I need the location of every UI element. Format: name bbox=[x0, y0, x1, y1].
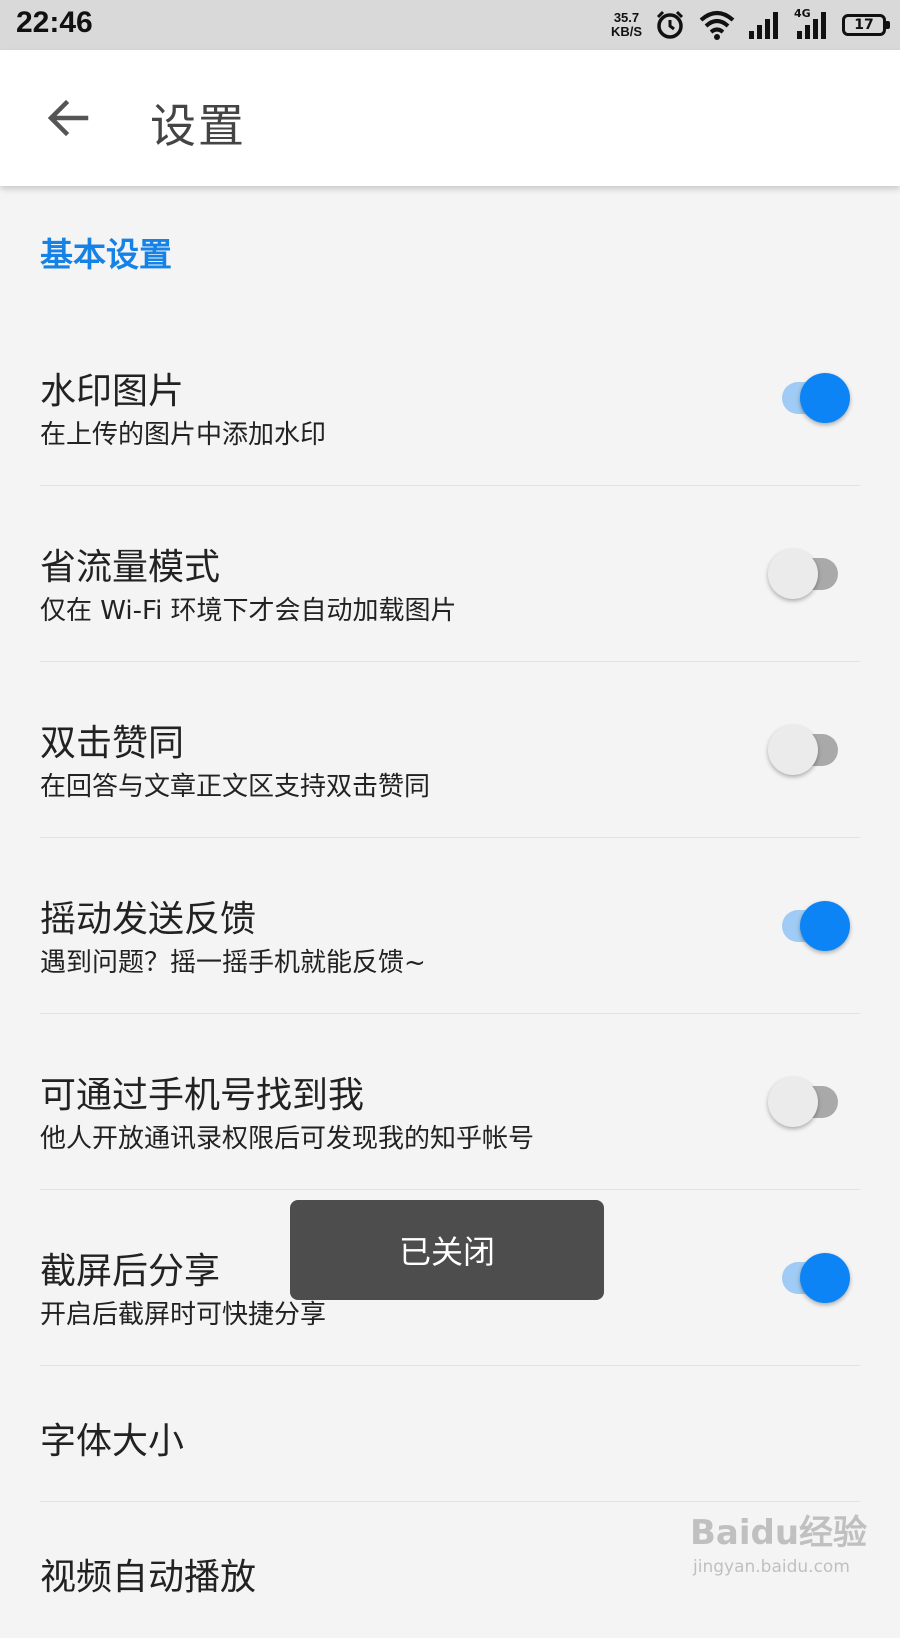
toast-message: 已关闭 bbox=[290, 1200, 604, 1300]
setting-description: 仅在 Wi-Fi 环境下才会自动加载图片 bbox=[40, 596, 457, 626]
find-by-phone-toggle[interactable] bbox=[768, 1076, 852, 1128]
network-speed-unit: KB/S bbox=[610, 24, 642, 39]
setting-title: 双击赞同 bbox=[40, 723, 185, 764]
toggle-thumb bbox=[800, 901, 850, 951]
network-speed: 35.7 KB/S bbox=[611, 11, 642, 39]
app-bar: 设置 bbox=[0, 50, 900, 186]
arrow-left-icon bbox=[47, 99, 89, 137]
toggle-thumb bbox=[768, 549, 818, 599]
shake-feedback-toggle[interactable] bbox=[768, 900, 852, 952]
status-bar: 22:46 35.7 KB/S 4G 17 bbox=[0, 0, 900, 50]
setting-title: 摇动发送反馈 bbox=[40, 899, 257, 940]
status-icons: 35.7 KB/S 4G 17 bbox=[611, 7, 890, 42]
wifi-icon bbox=[699, 11, 735, 40]
section-header: 基本设置 bbox=[40, 235, 172, 274]
signal-4g-icon: 4G bbox=[794, 7, 830, 39]
setting-description: 在上传的图片中添加水印 bbox=[40, 420, 327, 450]
network-speed-value: 35.7 bbox=[613, 10, 640, 25]
setting-title: 可通过手机号找到我 bbox=[40, 1075, 365, 1116]
setting-description: 在回答与文章正文区支持双击赞同 bbox=[40, 772, 431, 802]
setting-data-saver[interactable]: 省流量模式 仅在 Wi-Fi 环境下才会自动加载图片 bbox=[40, 486, 860, 662]
toggle-thumb bbox=[800, 373, 850, 423]
toggle-thumb bbox=[768, 1077, 818, 1127]
setting-font-size[interactable]: 字体大小 bbox=[40, 1366, 860, 1502]
back-button[interactable] bbox=[38, 88, 98, 148]
setting-description: 开启后截屏时可快捷分享 bbox=[40, 1300, 327, 1330]
battery-icon: 17 bbox=[842, 14, 890, 36]
page-title: 设置 bbox=[150, 99, 246, 153]
setting-find-by-phone[interactable]: 可通过手机号找到我 他人开放通讯录权限后可发现我的知乎帐号 bbox=[40, 1014, 860, 1190]
setting-description: 他人开放通讯录权限后可发现我的知乎帐号 bbox=[40, 1124, 535, 1154]
watermark-url: jingyan.baidu.com bbox=[693, 1557, 850, 1577]
watermark-toggle[interactable] bbox=[768, 372, 852, 424]
double-tap-upvote-toggle[interactable] bbox=[768, 724, 852, 776]
setting-double-tap-upvote[interactable]: 双击赞同 在回答与文章正文区支持双击赞同 bbox=[40, 662, 860, 838]
setting-title: 省流量模式 bbox=[40, 547, 221, 588]
setting-shake-feedback[interactable]: 摇动发送反馈 遇到问题？摇一摇手机就能反馈~ bbox=[40, 838, 860, 1014]
setting-title: 水印图片 bbox=[40, 371, 185, 412]
settings-list: 水印图片 在上传的图片中添加水印 省流量模式 仅在 Wi-Fi 环境下才会自动加… bbox=[40, 310, 860, 1638]
toggle-thumb bbox=[768, 725, 818, 775]
setting-title: 视频自动播放 bbox=[40, 1557, 257, 1598]
setting-description: 遇到问题？摇一摇手机就能反馈~ bbox=[40, 948, 426, 978]
setting-title: 字体大小 bbox=[40, 1421, 185, 1462]
toggle-thumb bbox=[800, 1253, 850, 1303]
status-time: 22:46 bbox=[16, 6, 93, 39]
data-saver-toggle[interactable] bbox=[768, 548, 852, 600]
setting-title: 截屏后分享 bbox=[40, 1251, 221, 1292]
battery-level: 17 bbox=[854, 17, 874, 33]
watermark-logo: Baidu经验 bbox=[690, 1513, 868, 1553]
signal-icon bbox=[749, 12, 778, 39]
screenshot-share-toggle[interactable] bbox=[768, 1252, 852, 1304]
alarm-icon bbox=[656, 10, 684, 39]
setting-watermark-image[interactable]: 水印图片 在上传的图片中添加水印 bbox=[40, 310, 860, 486]
